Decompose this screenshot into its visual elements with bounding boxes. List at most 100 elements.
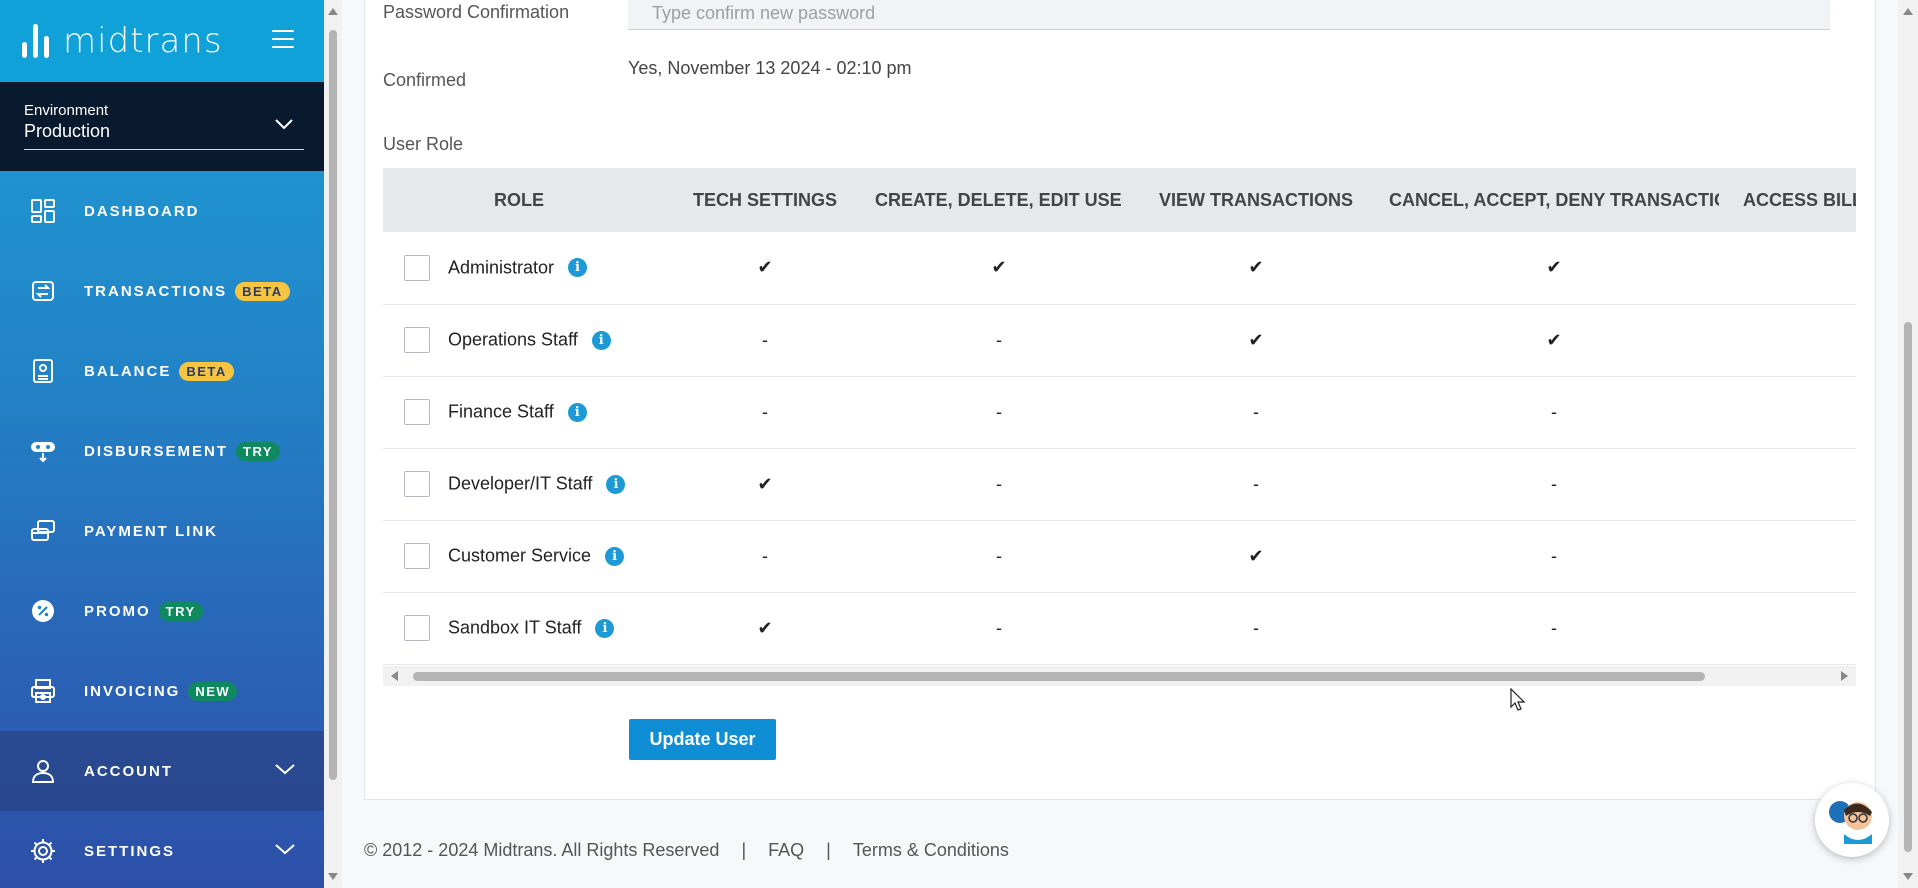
chevron-down-icon[interactable] xyxy=(274,843,296,855)
permission-cell: - xyxy=(762,401,768,422)
role-checkbox[interactable] xyxy=(404,543,430,569)
scroll-down-arrow-icon[interactable] xyxy=(328,873,338,880)
user-icon xyxy=(28,756,58,786)
role-cell: Customer Service i xyxy=(383,520,655,592)
permission-cell: - xyxy=(1253,401,1259,422)
sidebar-item-label: BALANCE xyxy=(84,362,172,380)
footer-separator: | xyxy=(741,840,747,860)
sidebar-item-disbursement[interactable]: DISBURSEMENT TRY xyxy=(0,411,324,491)
info-icon[interactable]: i xyxy=(568,258,588,278)
table-row: Sandbox IT Staff i ✔ - - - xyxy=(383,592,1856,664)
info-icon[interactable]: i xyxy=(591,330,611,350)
column-header-access-billing: ACCESS BILLI xyxy=(1743,189,1856,210)
role-checkbox[interactable] xyxy=(404,471,430,497)
sidebar-item-payment-link[interactable]: PAYMENT LINK xyxy=(0,491,324,571)
chat-assistant-icon[interactable] xyxy=(1815,783,1889,857)
table-horizontal-scrollbar[interactable] xyxy=(383,666,1856,686)
info-icon[interactable]: i xyxy=(605,546,625,566)
brand-name[interactable]: midtrans xyxy=(63,21,223,61)
permission-cell: - xyxy=(762,329,768,350)
try-badge: TRY xyxy=(236,441,281,461)
faq-link[interactable]: FAQ xyxy=(768,840,804,861)
permission-cell: ✔ xyxy=(1248,257,1264,278)
permission-cell: ✔ xyxy=(757,617,773,638)
role-cell: Finance Staff i xyxy=(383,376,655,448)
sidebar-item-invoicing[interactable]: INVOICING NEW xyxy=(0,651,324,731)
permission-cell: - xyxy=(762,545,768,566)
page-scrollbar-thumb[interactable] xyxy=(1904,322,1912,852)
update-user-button[interactable]: Update User xyxy=(629,719,776,760)
environment-selector[interactable]: Environment Production xyxy=(0,82,324,171)
permission-cell: ✔ xyxy=(757,473,773,494)
role-name: Developer/IT Staff xyxy=(448,473,593,494)
sidebar-item-transactions[interactable]: TRANSACTIONS BETA xyxy=(0,251,324,331)
scroll-left-arrow-icon[interactable] xyxy=(391,671,398,681)
chevron-down-icon[interactable] xyxy=(274,763,296,775)
password-confirmation-input[interactable]: Type confirm new password xyxy=(628,0,1830,30)
column-header-view-transactions: VIEW TRANSACTIONS xyxy=(1158,189,1353,210)
table-row: Operations Staff i - - ✔ ✔ xyxy=(383,304,1856,376)
info-icon[interactable]: i xyxy=(606,474,626,494)
invoicing-icon xyxy=(28,676,58,706)
beta-badge: BETA xyxy=(235,281,290,301)
column-header-cancel-accept-deny: CANCEL, ACCEPT, DENY TRANSACTIONS xyxy=(1389,189,1719,210)
table-scrollbar-thumb[interactable] xyxy=(413,672,1705,681)
sidebar-item-settings[interactable]: SETTINGS xyxy=(0,811,324,888)
hamburger-menu-icon[interactable] xyxy=(272,30,294,48)
page-scrollbar[interactable] xyxy=(1898,0,1918,888)
sidebar-item-label: INVOICING xyxy=(84,682,181,700)
user-role-label: User Role xyxy=(383,134,464,154)
permission-cell: ✔ xyxy=(1248,545,1264,566)
sidebar-item-label: SETTINGS xyxy=(84,842,176,860)
permission-cell: ✔ xyxy=(1546,257,1562,278)
permission-cell: - xyxy=(996,617,1002,638)
password-confirmation-label: Password Confirmation xyxy=(383,2,570,22)
scroll-right-arrow-icon[interactable] xyxy=(1841,671,1848,681)
payment-link-icon xyxy=(28,516,58,546)
info-icon[interactable]: i xyxy=(567,402,587,422)
brand-header: midtrans xyxy=(0,0,324,82)
dashboard-icon xyxy=(28,196,58,226)
permission-cell: ✔ xyxy=(1719,376,1856,448)
environment-label: Environment xyxy=(24,102,109,119)
role-cell: Developer/IT Staff i xyxy=(383,448,655,520)
permission-cell xyxy=(1719,304,1856,376)
copyright-text: © 2012 - 2024 Midtrans. All Rights Reser… xyxy=(364,840,720,860)
permission-cell: ✔ xyxy=(991,257,1007,278)
scroll-up-arrow-icon[interactable] xyxy=(328,8,338,15)
gear-icon xyxy=(28,836,58,866)
chevron-down-icon[interactable] xyxy=(274,118,294,130)
sidebar: midtrans Environment Production DASHBOAR… xyxy=(0,0,324,888)
info-icon[interactable]: i xyxy=(595,618,615,638)
permission-cell: - xyxy=(1551,473,1557,494)
sidebar-item-label: PAYMENT LINK xyxy=(84,522,219,540)
permission-cell: - xyxy=(996,545,1002,566)
sidebar-item-promo[interactable]: PROMO TRY xyxy=(0,571,324,651)
role-name: Customer Service xyxy=(448,545,592,566)
scroll-down-arrow-icon[interactable] xyxy=(1903,873,1913,880)
terms-link[interactable]: Terms & Conditions xyxy=(853,840,1009,861)
sidebar-item-account[interactable]: ACCOUNT xyxy=(0,731,324,811)
sidebar-item-balance[interactable]: BALANCE BETA xyxy=(0,331,324,411)
sidebar-scrollbar-thumb[interactable] xyxy=(329,30,337,780)
sidebar-item-label: PROMO xyxy=(84,602,151,620)
permission-cell: - xyxy=(1551,545,1557,566)
sidebar-scrollbar[interactable] xyxy=(324,0,342,888)
permission-cell: ✔ xyxy=(757,257,773,278)
role-checkbox[interactable] xyxy=(404,399,430,425)
user-role-table: ROLE TECH SETTINGS CREATE, DELETE, EDIT … xyxy=(383,168,1856,668)
permission-cell xyxy=(1719,592,1856,664)
permission-cell: - xyxy=(996,329,1002,350)
environment-value[interactable]: Production xyxy=(24,121,304,142)
try-badge: TRY xyxy=(158,601,203,621)
sidebar-item-label: TRANSACTIONS xyxy=(84,282,228,300)
role-checkbox[interactable] xyxy=(404,254,430,281)
sidebar-item-dashboard[interactable]: DASHBOARD xyxy=(0,171,324,251)
role-checkbox[interactable] xyxy=(404,327,430,353)
permission-cell: ✔ xyxy=(1546,329,1562,350)
sidebar-item-label: DISBURSEMENT xyxy=(84,442,229,460)
footer: © 2012 - 2024 Midtrans. All Rights Reser… xyxy=(364,840,1009,861)
permission-cell: - xyxy=(1253,473,1259,494)
scroll-up-arrow-icon[interactable] xyxy=(1903,8,1913,15)
role-checkbox[interactable] xyxy=(404,615,430,641)
